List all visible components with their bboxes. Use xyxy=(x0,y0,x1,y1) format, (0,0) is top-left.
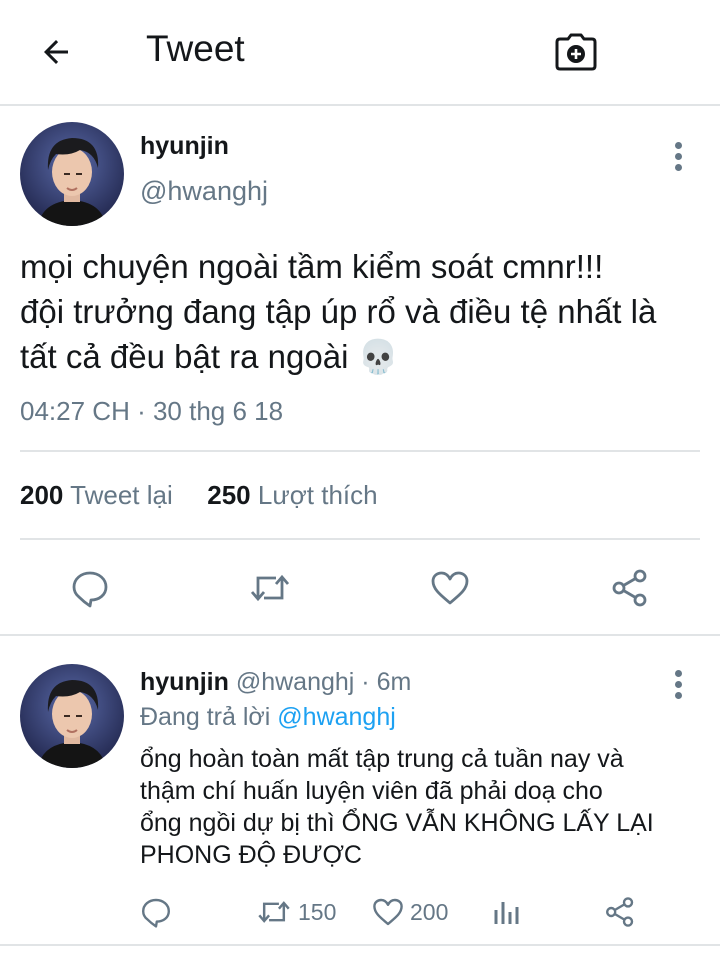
analytics-button[interactable] xyxy=(492,894,520,930)
tweet-text: mọi chuyện ngoài tầm kiểm soát cmnr!!! đ… xyxy=(20,244,710,379)
tweet-timestamp: 04:27 CH · 30 thg 6 18 xyxy=(20,396,284,426)
profile-photo xyxy=(20,664,124,768)
reply-retweet-count: 150 xyxy=(298,898,337,925)
share-icon xyxy=(606,897,634,927)
reply-text-line: ổng hoàn toàn mất tập trung cả tuần nay … xyxy=(140,745,624,773)
like-button[interactable] xyxy=(428,566,472,610)
dot-icon xyxy=(674,691,682,699)
retweet-icon xyxy=(258,901,290,923)
reply-share-button[interactable] xyxy=(604,894,636,930)
reply-author[interactable]: hyunjin @hwanghj · 6m xyxy=(140,668,411,697)
analytics-icon xyxy=(494,902,519,924)
reply-reply-button[interactable] xyxy=(140,894,172,930)
avatar[interactable] xyxy=(20,122,124,226)
engagement-stats: 200 Tweet lại 250 Lượt thích xyxy=(20,480,378,511)
reply-author-name[interactable]: hyunjin xyxy=(140,668,229,696)
reply-text: ổng hoàn toàn mất tập trung cả tuần nay … xyxy=(140,743,710,871)
top-app-bar: Tweet xyxy=(0,0,720,106)
reply-text-line: thậm chí huấn luyện viên đã phải doạ cho xyxy=(140,777,603,805)
section-divider xyxy=(0,634,720,636)
tweet-actions xyxy=(0,560,720,616)
replying-to: Đang trả lời @hwanghj xyxy=(140,703,396,732)
reply-icon xyxy=(142,898,170,928)
reply-more-options-button[interactable] xyxy=(663,664,693,704)
dot-icon xyxy=(674,152,682,160)
divider xyxy=(20,450,700,452)
reply-text-line: ổng ngồi dự bị thì ỔNG VẪN KHÔNG LẤY LẠI xyxy=(140,809,654,837)
tweet-text-line: đội trưởng đang tập úp rổ và điều tệ nhấ… xyxy=(20,293,657,330)
divider xyxy=(0,944,720,946)
dot-icon xyxy=(674,141,682,149)
camera-plus-icon xyxy=(555,33,597,71)
retweet-icon xyxy=(250,574,290,602)
heart-icon xyxy=(373,898,403,926)
reply-text-line: PHONG ĐỘ ĐƯỢC xyxy=(140,841,362,869)
reply-icon xyxy=(72,571,108,608)
replying-prefix: Đang trả lời xyxy=(140,703,278,731)
dot-icon xyxy=(674,680,682,688)
like-label[interactable]: Lượt thích xyxy=(258,480,378,510)
dot-icon xyxy=(674,669,682,677)
arrow-left-icon xyxy=(44,40,68,64)
share-button[interactable] xyxy=(608,566,652,610)
back-button[interactable] xyxy=(34,30,78,74)
page-title: Tweet xyxy=(146,28,245,69)
avatar[interactable] xyxy=(20,664,124,768)
reply-button[interactable] xyxy=(68,566,112,610)
retweet-label[interactable]: Tweet lại xyxy=(70,480,173,510)
reply-like-button[interactable]: 200 xyxy=(372,894,448,930)
tweet-text-line: tất cả đều bật ra ngoài 💀 xyxy=(20,338,399,375)
author-handle[interactable]: @hwanghj xyxy=(140,176,268,207)
divider xyxy=(20,538,700,540)
reply-retweet-button[interactable]: 150 xyxy=(256,894,336,930)
retweet-count[interactable]: 200 xyxy=(20,480,63,510)
retweet-button[interactable] xyxy=(248,566,292,610)
replying-to-mention[interactable]: @hwanghj xyxy=(277,703,396,731)
reply-actions: 150 200 xyxy=(140,890,700,934)
reply-like-count: 200 xyxy=(410,898,449,925)
more-options-button[interactable] xyxy=(663,136,693,176)
profile-photo xyxy=(20,122,124,226)
tweet-text-line: mọi chuyện ngoài tầm kiểm soát cmnr!!! xyxy=(20,248,604,285)
add-photo-button[interactable] xyxy=(552,30,600,74)
like-count[interactable]: 250 xyxy=(207,480,250,510)
author-name[interactable]: hyunjin xyxy=(140,132,229,161)
share-icon xyxy=(612,569,647,607)
dot-icon xyxy=(674,163,682,171)
heart-icon xyxy=(431,571,469,605)
reply-author-handle[interactable]: @hwanghj · 6m xyxy=(236,668,411,696)
